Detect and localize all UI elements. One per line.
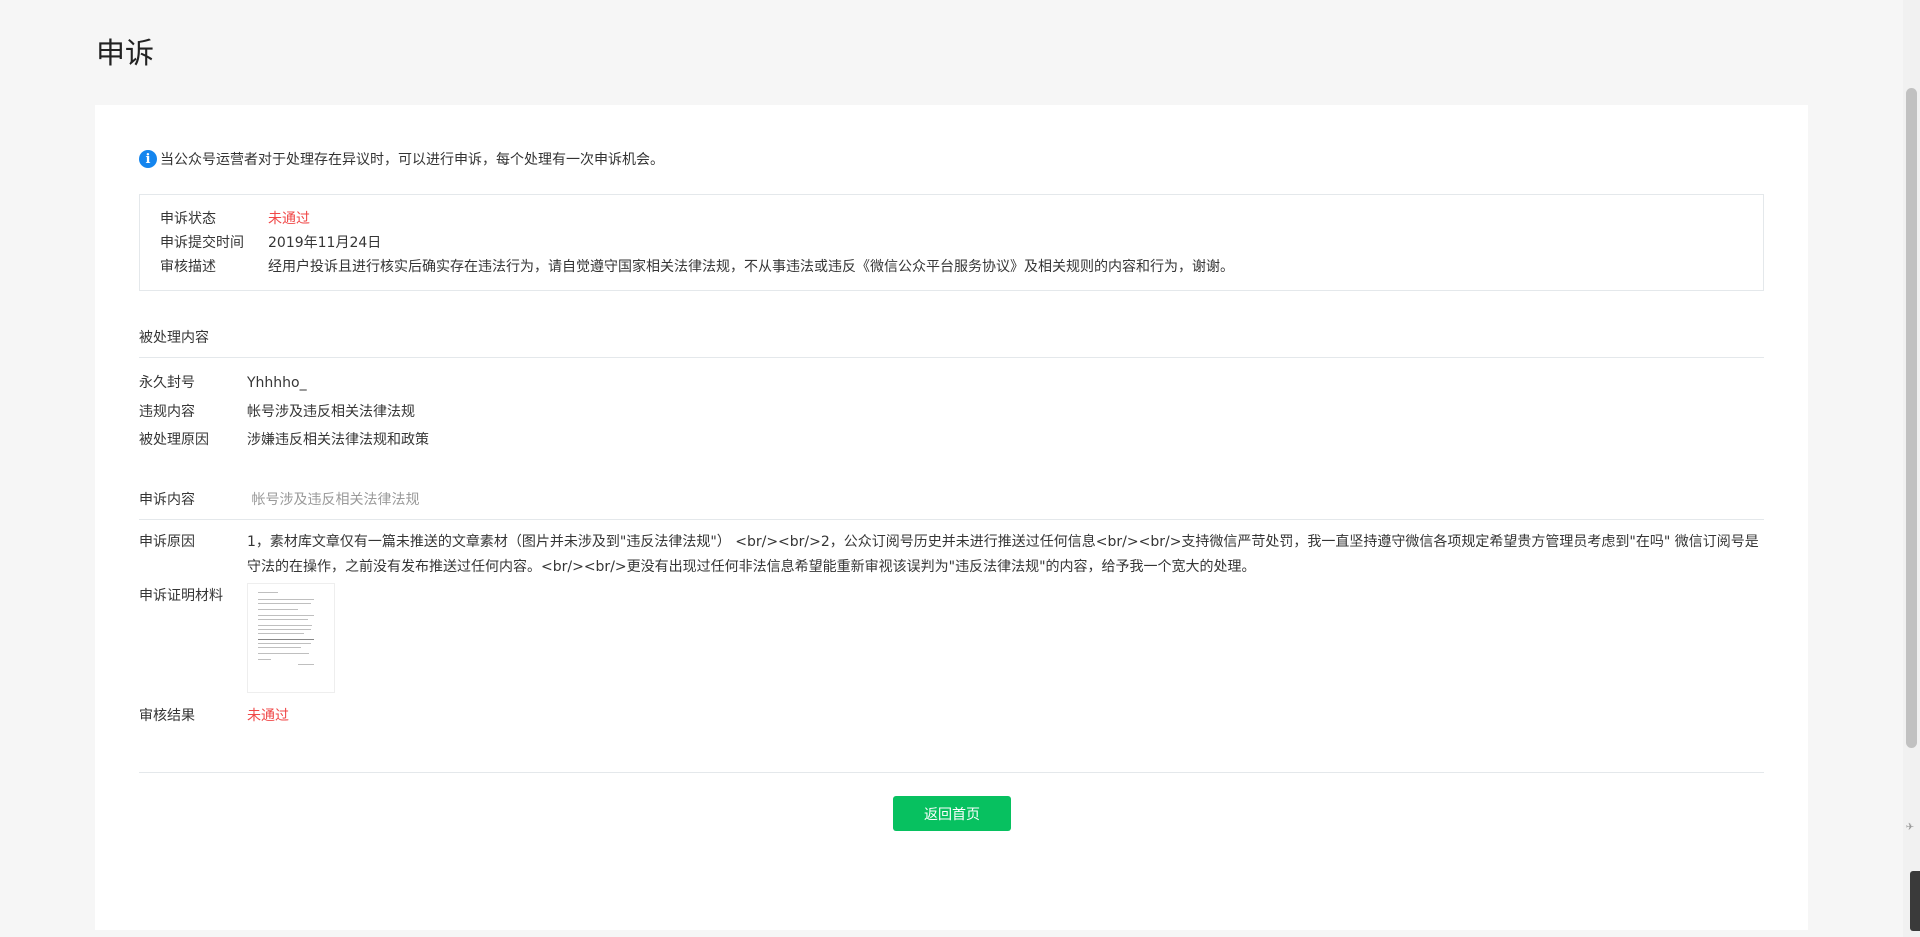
return-home-button[interactable]: 返回首页 — [893, 796, 1011, 831]
status-box: 申诉状态 未通过 申诉提交时间 2019年11月24日 审核描述 经用户投诉且进… — [139, 194, 1764, 291]
scrollbar-thumb[interactable] — [1906, 88, 1917, 748]
appeal-reason-text: 1，素材库文章仅有一篇未推送的文章素材（图片并未涉及到"违反法律法规"） <br… — [247, 534, 1759, 575]
proof-thumbnail[interactable] — [247, 583, 335, 693]
appeal-content-heading: 申诉内容 帐号涉及违反相关法律法规 — [139, 489, 1764, 520]
submit-time-row: 申诉提交时间 2019年11月24日 — [160, 231, 1743, 255]
processed-label: 被处理原因 — [139, 432, 209, 448]
appeal-reason-row: 申诉原因 1，素材库文章仅有一篇未推送的文章素材（图片并未涉及到"违反法律法规"… — [139, 530, 1764, 580]
appeal-reason-label: 申诉原因 — [139, 534, 195, 550]
submit-time-label: 申诉提交时间 — [160, 235, 244, 251]
result-label: 审核结果 — [139, 708, 195, 724]
result-row: 审核结果 未通过 — [139, 705, 289, 725]
appeal-content-value: 帐号涉及违反相关法律法规 — [251, 492, 420, 508]
review-desc-value: 经用户投诉且进行核实后确实存在违法行为，请自觉遵守国家相关法律法规，不从事违法或… — [268, 259, 1234, 275]
processed-label: 永久封号 — [139, 375, 195, 391]
pin-icon[interactable]: ✈ — [1906, 822, 1914, 833]
processed-list: 永久封号 Yhhhho_ 违规内容 帐号涉及违反相关法律法规 被处理原因 涉嫌违… — [139, 369, 429, 455]
processed-value: Yhhhho_ — [247, 375, 307, 391]
result-value: 未通过 — [247, 708, 289, 724]
appeal-content-label: 申诉内容 — [139, 492, 195, 508]
proof-label: 申诉证明材料 — [139, 588, 223, 604]
info-icon: i — [139, 150, 157, 168]
scrollbar[interactable] — [1903, 0, 1920, 937]
status-value: 未通过 — [268, 211, 310, 227]
side-widget-handle[interactable] — [1910, 871, 1920, 931]
list-item: 违规内容 帐号涉及违反相关法律法规 — [139, 398, 429, 427]
list-item: 永久封号 Yhhhho_ — [139, 369, 429, 398]
notice: i 当公众号运营者对于处理存在异议时，可以进行申诉，每个处理有一次申诉机会。 — [139, 149, 664, 169]
page-title: 申诉 — [96, 36, 155, 70]
list-item: 被处理原因 涉嫌违反相关法律法规和政策 — [139, 426, 429, 455]
processed-value: 帐号涉及违反相关法律法规 — [247, 403, 415, 420]
processed-heading: 被处理内容 — [139, 327, 1764, 358]
appeal-card: i 当公众号运营者对于处理存在异议时，可以进行申诉，每个处理有一次申诉机会。 申… — [95, 105, 1808, 930]
processed-label: 违规内容 — [139, 403, 195, 420]
review-desc-label: 审核描述 — [160, 259, 216, 275]
proof-row: 申诉证明材料 — [139, 583, 335, 693]
review-desc-row: 审核描述 经用户投诉且进行核实后确实存在违法行为，请自觉遵守国家相关法律法规，不… — [160, 255, 1743, 279]
notice-text: 当公众号运营者对于处理存在异议时，可以进行申诉，每个处理有一次申诉机会。 — [160, 152, 664, 168]
submit-time-value: 2019年11月24日 — [268, 235, 382, 251]
status-row: 申诉状态 未通过 — [160, 207, 1743, 231]
status-label: 申诉状态 — [160, 211, 216, 227]
divider — [139, 772, 1764, 773]
processed-value: 涉嫌违反相关法律法规和政策 — [247, 432, 429, 448]
